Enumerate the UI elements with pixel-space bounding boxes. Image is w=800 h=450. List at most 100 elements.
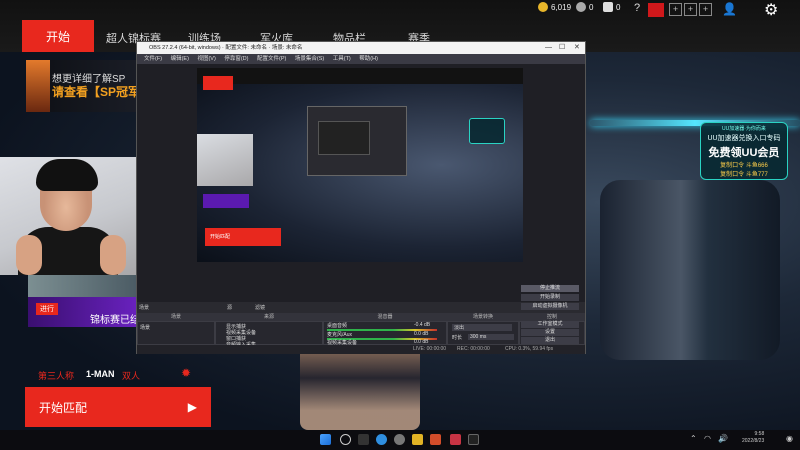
app-icon[interactable] (468, 434, 479, 445)
bond-balance: 0 (603, 2, 620, 12)
card-text: 锦标赛已结 (90, 315, 140, 326)
dock-header-mixer: 混音器 (323, 313, 447, 321)
clock-time: 9:58 (754, 431, 765, 437)
nested-obs-preview (307, 106, 407, 176)
scene-item[interactable]: 场景 (140, 324, 150, 331)
cpu-stats: CPU: 0.3%, 59.94 fps (505, 346, 554, 352)
game-app-icon[interactable] (430, 434, 441, 445)
mixer-channel-db: -0.4 dB (414, 322, 431, 328)
minimize-icon[interactable]: — (545, 42, 552, 54)
preview-canvas: 开始匹配 (197, 68, 523, 262)
start-match-button[interactable]: 开始匹配 ▶ (25, 387, 211, 427)
menu-tools[interactable]: 工具(T) (333, 56, 351, 62)
menu-profile[interactable]: 配置文件(P) (257, 56, 286, 62)
notification-icon[interactable]: ◉ (786, 434, 793, 443)
dock-header-scenes: 场景 (137, 313, 215, 321)
start-recording-button[interactable]: 开始录制 (521, 294, 579, 301)
preview-card (203, 194, 249, 208)
help-icon[interactable]: ? (634, 2, 640, 14)
friends-icon[interactable]: 👤 (722, 2, 737, 16)
stop-streaming-button[interactable]: 停止推流 (521, 285, 579, 292)
webcam-overlay (0, 157, 142, 275)
news-banner[interactable]: 想更详细了解SP 请查看【SP冠军 (26, 60, 138, 112)
bond-amount: 0 (616, 2, 621, 12)
menu-help[interactable]: 帮助(H) (359, 56, 378, 62)
uu-accelerator-ad[interactable]: UU加速器·为你而来 UU加速器兑换入口专码 免费领UU会员 复制口令 斗鱼66… (700, 122, 788, 180)
add-friend-slot-icon[interactable]: + (669, 3, 682, 16)
menu-file[interactable]: 文件(F) (144, 56, 162, 62)
search-icon[interactable] (340, 434, 351, 445)
obs-titlebar[interactable]: OBS 27.2.4 (64-bit, windows) · 配置文件: 未命名… (137, 42, 585, 54)
virtual-camera-button[interactable]: 启动虚拟摄像机 (521, 303, 579, 310)
mixer-channel-name: 桌面音频 (327, 323, 348, 329)
close-icon[interactable]: ✕ (574, 42, 580, 54)
tray-chevron-icon[interactable]: ⌃ (690, 434, 697, 443)
uu-line3: 复制口令 斗鱼666 (720, 163, 768, 169)
silver-amount: 0 (589, 2, 594, 12)
mode-third-person[interactable]: 第三人称 (38, 369, 74, 382)
network-icon[interactable]: ◠ (704, 434, 711, 443)
settings-button[interactable]: 设置 (521, 329, 579, 336)
uu-top: UU加速器·为你而来 (722, 126, 766, 132)
start-match-label: 开始匹配 (39, 400, 88, 415)
dock-header-transitions: 场景转换 (447, 313, 519, 321)
obs-menubar: 文件(F) 编辑(E) 视图(V) 停靠窗(D) 配置文件(P) 场景集合(S)… (137, 54, 585, 64)
edge-browser-icon[interactable] (376, 434, 387, 445)
scene-bar-sources[interactable]: 源 (227, 304, 232, 311)
game-screen: 开始 超人锦标赛 训练场 军火库 物品栏 赛季 6,019 0 0 ? + + … (0, 0, 800, 450)
obs-title: OBS 27.2.4 (64-bit, windows) · 配置文件: 未命名… (149, 45, 303, 51)
mode-settings-gear-icon[interactable]: ✹ (181, 366, 191, 380)
clock-date: 2022/8/23 (742, 438, 765, 444)
add-friend-slot-icon[interactable]: + (684, 3, 697, 16)
obs-preview[interactable]: 开始匹配 (137, 64, 585, 302)
banner-line2: 请查看【SP冠军 (52, 85, 138, 99)
banner-image (26, 60, 50, 112)
card-tag: 进行 (36, 303, 58, 315)
play-arrow-icon: ▶ (187, 400, 197, 414)
duration-input[interactable]: 300 ms (468, 334, 514, 340)
menu-scene-collection[interactable]: 场景集合(S) (295, 56, 324, 62)
preview-uu-ad (469, 118, 505, 144)
scene-bar-filters[interactable]: 滤镜 (255, 304, 265, 311)
menu-edit[interactable]: 编辑(E) (171, 56, 189, 62)
dock-header-sources: 来源 (215, 313, 323, 321)
silver-balance: 0 (576, 2, 593, 12)
bond-icon (603, 2, 613, 12)
maximize-icon[interactable]: ☐ (559, 42, 565, 54)
menu-docks[interactable]: 停靠窗(D) (224, 56, 248, 62)
preview-topbar (197, 68, 523, 84)
nested-obs-preview-inner (318, 121, 370, 155)
webcam-shoulder (16, 235, 42, 275)
obs-window[interactable]: OBS 27.2.4 (64-bit, windows) · 配置文件: 未命名… (136, 41, 586, 354)
tournament-card[interactable]: 进行 锦标赛已结 (28, 275, 140, 327)
silver-coin-icon (576, 2, 586, 12)
china-flag-icon (648, 3, 664, 17)
duration-label: 时长 (452, 335, 463, 341)
volume-icon[interactable]: 🔊 (718, 434, 728, 443)
windows-start-icon[interactable] (320, 434, 331, 445)
system-clock[interactable]: 9:58 2022/8/23 (742, 431, 764, 445)
app-icon[interactable] (450, 434, 461, 445)
file-explorer-icon[interactable] (412, 434, 423, 445)
live-timer: LIVE: 00:00:00 (413, 346, 447, 352)
menu-view[interactable]: 视图(V) (197, 56, 215, 62)
gold-balance: 6,019 (538, 2, 571, 12)
task-view-icon[interactable] (358, 434, 369, 445)
dock-header-controls: 控制 (519, 313, 585, 321)
add-friend-slot-icon[interactable]: + (699, 3, 712, 16)
obs-app-icon[interactable] (394, 434, 405, 445)
settings-gear-icon[interactable]: ⚙ (764, 0, 778, 20)
webcam-shoulder (100, 235, 126, 275)
transition-select[interactable]: 淡出 (452, 324, 512, 331)
studio-mode-button[interactable]: 工作室模式 (521, 321, 579, 328)
uu-line2: 免费领UU会员 (708, 147, 780, 159)
start-tab[interactable]: 开始 (22, 20, 94, 52)
scenes-panel: 场景 (137, 321, 215, 345)
rec-timer: REC: 00:00:00 (457, 346, 490, 352)
mode-duo[interactable]: 双人 (122, 369, 140, 382)
card-image (28, 275, 140, 297)
mode-one-man[interactable]: 1-MAN (86, 369, 115, 379)
scene-bar-label: 场景 (139, 305, 150, 311)
uu-line4: 复制口令 斗鱼777 (720, 172, 768, 178)
exit-button[interactable]: 退出 (521, 337, 579, 344)
